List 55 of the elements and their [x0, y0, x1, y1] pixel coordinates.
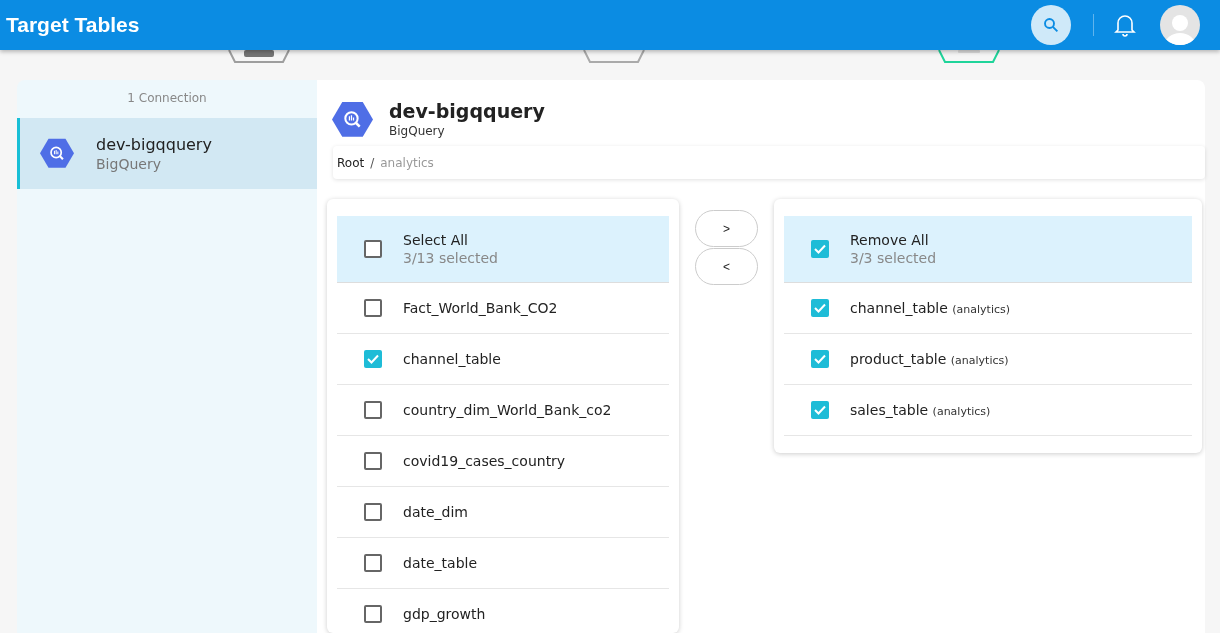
table-name: date_dim	[403, 504, 468, 520]
connection-count: 1 Connection	[126, 90, 208, 107]
table-row[interactable]: channel_table	[337, 334, 669, 385]
checkbox[interactable]	[811, 240, 829, 258]
table-row[interactable]: product_table (analytics)	[784, 334, 1192, 385]
checkbox[interactable]	[364, 452, 382, 470]
table-row[interactable]: date_table	[337, 538, 669, 589]
checkbox[interactable]	[811, 401, 829, 419]
table-row[interactable]: Fact_World_Bank_CO2	[337, 283, 669, 334]
checkbox[interactable]	[811, 299, 829, 317]
select-all-row[interactable]: Select All 3/13 selected	[337, 216, 669, 283]
table-row[interactable]: date_dim	[337, 487, 669, 538]
table-name: product_table (analytics)	[850, 351, 1009, 367]
connection-item[interactable]: dev-bigqquery BigQuery	[17, 118, 317, 189]
select-all-label: Select All	[403, 232, 469, 248]
table-name: sales_table (analytics)	[850, 402, 991, 418]
checkbox[interactable]	[364, 401, 382, 419]
checkbox[interactable]	[364, 605, 382, 623]
table-row[interactable]: sales_table (analytics)	[784, 385, 1192, 436]
remove-all-row[interactable]: Remove All 3/3 selected	[784, 216, 1192, 283]
breadcrumb-link[interactable]: Root	[337, 155, 365, 170]
bigquery-logo-icon	[332, 100, 373, 138]
selection-count: 3/13 selected	[403, 250, 498, 266]
checkbox[interactable]	[364, 554, 382, 572]
page-title: Target Tables	[6, 13, 141, 37]
table-name: channel_table (analytics)	[850, 300, 1011, 316]
selection-count: 3/3 selected	[850, 250, 937, 266]
remove-all-label: Remove All	[850, 232, 930, 248]
connection-name: dev-bigqquery	[96, 135, 212, 154]
checkbox[interactable]	[811, 350, 829, 368]
connection-title: dev-bigqquery	[389, 100, 545, 122]
table-name: channel_table	[403, 351, 501, 367]
search-button[interactable]	[1031, 5, 1071, 45]
transfer-button[interactable]: <	[695, 248, 758, 285]
bigquery-logo-icon	[40, 138, 74, 169]
checkbox[interactable]	[364, 299, 382, 317]
transfer-button[interactable]: >	[695, 210, 758, 247]
checkbox[interactable]	[364, 350, 382, 368]
connection-subtitle: BigQuery	[389, 124, 446, 138]
notification-bell-icon[interactable]	[1114, 13, 1136, 37]
user-avatar[interactable]	[1160, 5, 1200, 45]
connection-type: BigQuery	[96, 156, 162, 172]
table-name: covid19_cases_country	[403, 453, 566, 469]
table-name: date_table	[403, 555, 478, 571]
table-row[interactable]: channel_table (analytics)	[784, 283, 1192, 334]
search-icon	[1042, 16, 1060, 34]
table-name: gdp_growth	[403, 606, 486, 622]
table-name: Fact_World_Bank_CO2	[403, 300, 558, 316]
table-row[interactable]: covid19_cases_country	[337, 436, 669, 487]
checkbox[interactable]	[364, 240, 382, 258]
table-row[interactable]: gdp_growth	[337, 589, 669, 633]
table-name: country_dim_World_Bank_co2	[403, 402, 612, 418]
checkbox[interactable]	[364, 503, 382, 521]
breadcrumb-separator: /	[370, 155, 375, 170]
table-row[interactable]: country_dim_World_Bank_co2	[337, 385, 669, 436]
